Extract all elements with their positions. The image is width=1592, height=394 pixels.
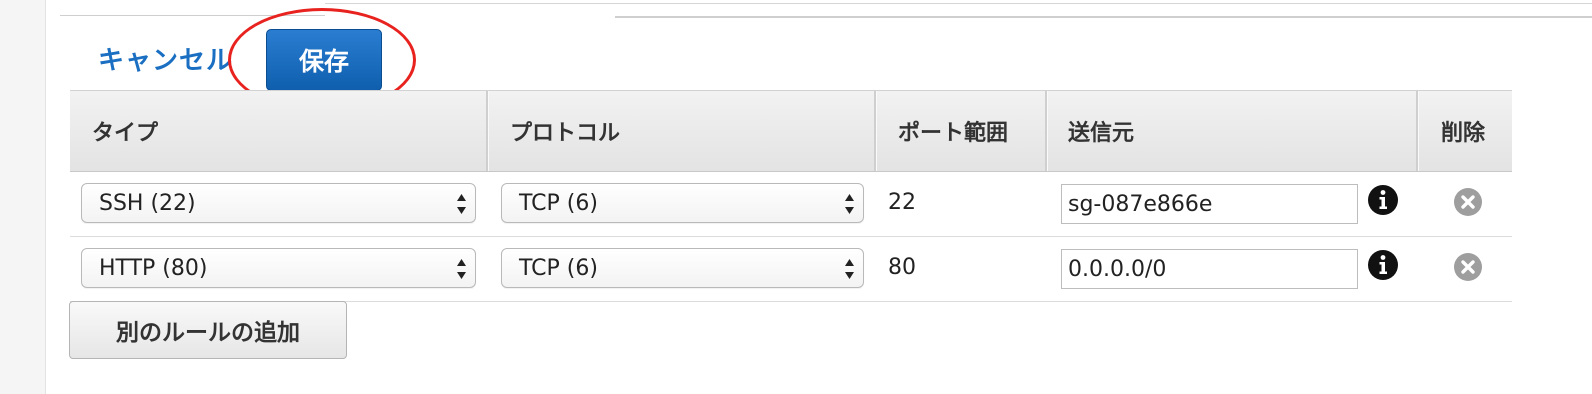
select-arrows-icon	[845, 259, 854, 279]
source-input-value: 0.0.0.0/0	[1068, 256, 1167, 282]
column-header-type: タイプ	[92, 121, 159, 146]
save-button[interactable]: 保存	[266, 29, 382, 91]
divider	[60, 15, 325, 16]
info-icon[interactable]	[1367, 184, 1399, 216]
column-header-delete: 削除	[1441, 121, 1486, 146]
column-divider	[486, 91, 489, 171]
add-rule-button[interactable]: 別のルールの追加	[69, 301, 347, 359]
select-arrows-icon	[457, 194, 466, 214]
table-row: SSH (22) TCP (6) 22 sg-087e866e	[70, 172, 1512, 237]
select-arrows-icon	[457, 259, 466, 279]
type-select[interactable]: SSH (22)	[81, 183, 476, 223]
column-header-protocol: プロトコル	[510, 121, 621, 146]
port-range-value: 80	[888, 255, 916, 280]
protocol-select[interactable]: TCP (6)	[501, 248, 864, 288]
info-icon[interactable]	[1367, 249, 1399, 281]
protocol-select-value: TCP (6)	[519, 190, 598, 216]
column-divider	[1416, 91, 1419, 171]
table-header: タイプ プロトコル ポート範囲 送信元 削除	[70, 90, 1512, 172]
inbound-rules-table: タイプ プロトコル ポート範囲 送信元 削除 SSH (22) TCP (6) …	[70, 90, 1512, 302]
left-gutter	[0, 0, 46, 394]
column-divider	[1045, 91, 1048, 171]
table-row: HTTP (80) TCP (6) 80 0.0.0.0/0	[70, 237, 1512, 302]
source-input[interactable]: sg-087e866e	[1061, 184, 1358, 224]
source-input[interactable]: 0.0.0.0/0	[1061, 249, 1358, 289]
column-header-port-range: ポート範囲	[898, 121, 1009, 146]
column-header-source: 送信元	[1068, 121, 1135, 146]
divider	[325, 3, 1592, 4]
divider	[615, 16, 1592, 18]
remove-icon[interactable]	[1453, 187, 1483, 217]
column-divider	[874, 91, 877, 171]
protocol-select-value: TCP (6)	[519, 255, 598, 281]
cancel-link[interactable]: キャンセル	[98, 40, 233, 77]
source-input-value: sg-087e866e	[1068, 191, 1213, 217]
type-select[interactable]: HTTP (80)	[81, 248, 476, 288]
port-range-value: 22	[888, 190, 916, 215]
type-select-value: SSH (22)	[99, 190, 196, 216]
protocol-select[interactable]: TCP (6)	[501, 183, 864, 223]
select-arrows-icon	[845, 194, 854, 214]
remove-icon[interactable]	[1453, 252, 1483, 282]
type-select-value: HTTP (80)	[99, 255, 208, 281]
